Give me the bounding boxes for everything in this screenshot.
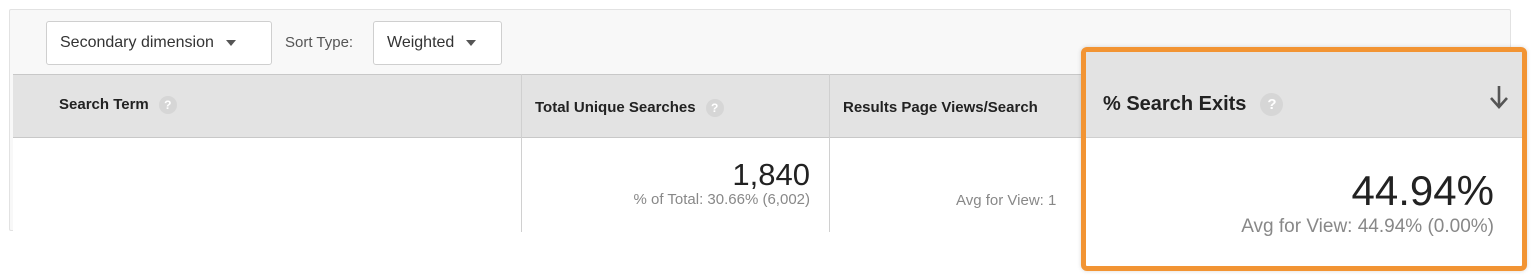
column-header-label: Total Unique Searches: [535, 99, 696, 116]
column-header-search-exits[interactable]: % Search Exits?: [1103, 93, 1284, 117]
arrow-down-icon[interactable]: [1488, 84, 1510, 110]
help-circle-icon[interactable]: ?: [1260, 93, 1284, 117]
column-divider: [521, 74, 522, 232]
results-page-views-avg: Avg for View: 1: [956, 192, 1057, 209]
sort-type-value: Weighted: [387, 34, 455, 51]
total-unique-searches-percent: % of Total: 30.66% (6,002): [633, 191, 811, 208]
column-header-label: Results Page Views/Search: [843, 99, 1038, 116]
help-circle-icon[interactable]: ?: [158, 96, 177, 115]
column-header-results-page-views[interactable]: Results Page Views/Search: [843, 99, 1038, 116]
search-exits-value: 44.94%: [1351, 167, 1494, 214]
search-exits-avg: Avg for View: 44.94% (0.00%): [1241, 216, 1494, 237]
search-terms-table: Search Term? Total Unique Searches? Resu…: [13, 74, 1093, 232]
column-header-total-unique-searches[interactable]: Total Unique Searches?: [535, 99, 724, 118]
search-exits-header[interactable]: % Search Exits?: [1086, 52, 1522, 138]
total-unique-searches-value: 1,840: [732, 157, 810, 192]
caret-down-icon: [225, 40, 236, 46]
secondary-dimension-dropdown[interactable]: Secondary dimension: [46, 21, 272, 65]
search-exits-highlight: % Search Exits? 44.94% Avg for View: 44.…: [1081, 47, 1527, 271]
caret-down-icon: [466, 40, 477, 46]
column-divider: [829, 74, 830, 232]
column-header-search-term[interactable]: Search Term?: [59, 96, 177, 115]
sort-type-dropdown[interactable]: Weighted: [373, 21, 502, 65]
column-header-label: % Search Exits: [1103, 93, 1247, 115]
sort-type-label: Sort Type:: [285, 34, 354, 51]
totals-cell-search-term: [13, 138, 521, 232]
secondary-dimension-label: Secondary dimension: [60, 34, 214, 51]
help-circle-icon[interactable]: ?: [705, 99, 724, 118]
column-header-label: Search Term: [59, 96, 149, 113]
totals-cell-results-views: [830, 138, 1093, 232]
